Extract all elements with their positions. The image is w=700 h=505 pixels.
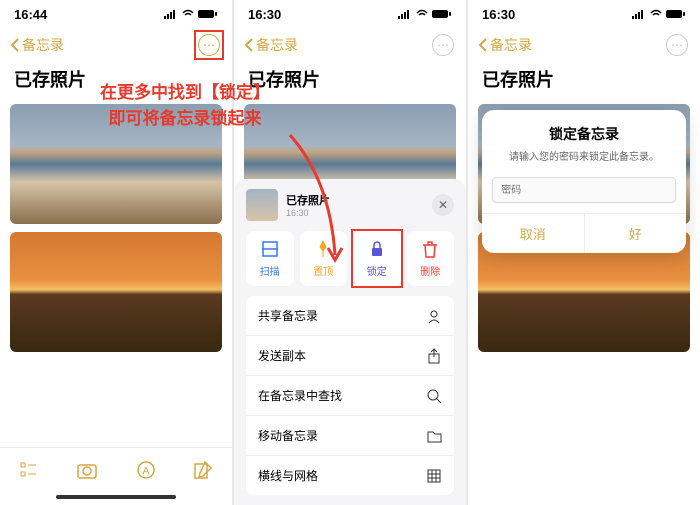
folder-icon [426,428,442,444]
action-delete[interactable]: 删除 [407,231,455,286]
highlight-more [194,30,224,60]
annotation-arrow [280,130,360,270]
signal-icon [164,9,178,19]
status-bar: 16:30 [234,0,466,28]
checklist-icon[interactable] [19,460,39,480]
svg-text:A: A [142,466,149,477]
menu-list: 共享备忘录 发送副本 在备忘录中查找 移动备忘录 横线与网格 [246,296,454,495]
search-icon [426,388,442,404]
watermark: www.dnzp.com [616,485,690,497]
bottom-toolbar: A [0,447,232,491]
dialog-title: 锁定备忘录 [482,110,686,148]
time: 16:44 [14,7,47,22]
phone-1: 16:44 备忘录 ⋯ 已存照片 A [0,0,232,505]
menu-share[interactable]: 共享备忘录 [246,296,454,336]
scan-icon [260,239,280,259]
status-icons [632,9,686,19]
back-label: 备忘录 [22,35,64,55]
note-title: 已存照片 [468,62,700,100]
dialog-message: 请输入您的密码来锁定此备忘录。 [482,148,686,173]
trash-icon [420,239,440,259]
status-icons [164,9,218,19]
chevron-left-icon [10,38,20,52]
home-indicator [56,495,176,499]
annotation-text: 在更多中找到【锁定】 即可将备忘录锁起来 [100,80,270,131]
ok-button[interactable]: 好 [585,214,687,253]
photo-sunset [10,232,222,352]
menu-send[interactable]: 发送副本 [246,336,454,376]
share-icon [426,348,442,364]
navbar: 备忘录 ⋯ [0,28,232,62]
camera-icon[interactable] [76,460,98,480]
menu-find[interactable]: 在备忘录中查找 [246,376,454,416]
wifi-icon [181,9,195,19]
lock-dialog: 锁定备忘录 请输入您的密码来锁定此备忘录。 取消 好 [482,110,686,253]
sheet-thumbnail [246,189,278,221]
dialog-buttons: 取消 好 [482,213,686,253]
status-bar: 16:44 [0,0,232,28]
close-button[interactable]: ✕ [432,194,454,216]
menu-move[interactable]: 移动备忘录 [246,416,454,456]
back-button[interactable]: 备忘录 [478,35,532,55]
grid-icon [426,468,442,484]
people-icon [426,308,442,324]
navbar: 备忘录 ⋯ [468,28,700,62]
phone-3: 16:30 备忘录 ⋯ 已存照片 锁定备忘录 请输入您的密码来锁定此备忘录。 取… [468,0,700,505]
battery-icon [198,9,218,19]
more-button[interactable]: ⋯ [666,34,688,56]
navbar: 备忘录 ⋯ [234,28,466,62]
back-button[interactable]: 备忘录 [244,35,298,55]
menu-lines[interactable]: 横线与网格 [246,456,454,495]
marker-icon[interactable]: A [136,460,156,480]
more-button[interactable]: ⋯ [432,34,454,56]
action-lock[interactable]: 锁定 [353,231,401,286]
status-icons [398,9,452,19]
compose-icon[interactable] [193,460,213,480]
time: 16:30 [482,7,515,22]
status-bar: 16:30 [468,0,700,28]
time: 16:30 [248,7,281,22]
password-input[interactable] [492,177,676,203]
back-button[interactable]: 备忘录 [10,35,64,55]
cancel-button[interactable]: 取消 [482,214,585,253]
